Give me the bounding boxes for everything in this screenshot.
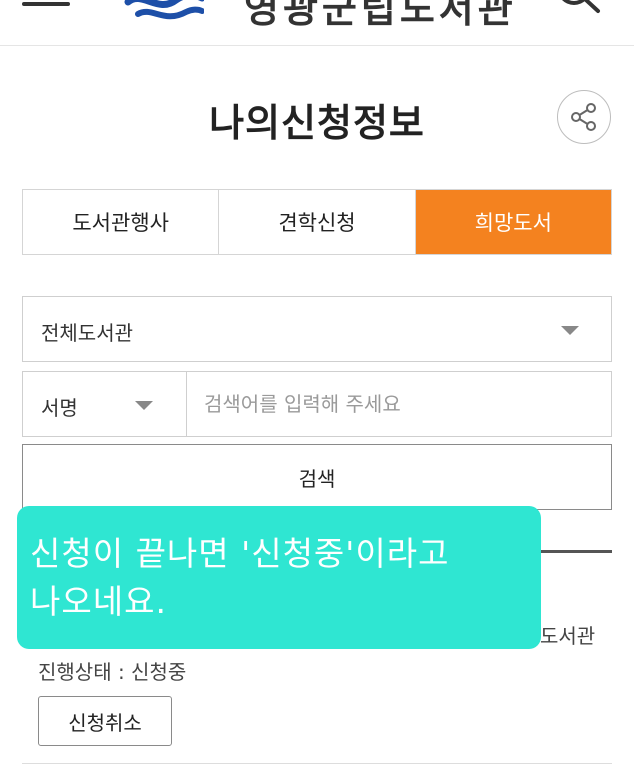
search-input[interactable] bbox=[188, 372, 611, 436]
chevron-down-icon bbox=[561, 326, 579, 335]
caption-overlay: 신청이 끝나면 '신청중'이라고 나오네요. bbox=[17, 506, 541, 649]
library-select[interactable]: 전체도서관 bbox=[22, 296, 612, 362]
share-icon bbox=[571, 103, 596, 131]
search-row: 서명 bbox=[22, 371, 612, 437]
tab-library-events[interactable]: 도서관행사 bbox=[23, 190, 220, 254]
share-button[interactable] bbox=[557, 90, 611, 144]
header: 영광군립도서관 bbox=[0, 0, 634, 46]
hamburger-icon[interactable] bbox=[22, 0, 70, 10]
cancel-request-button[interactable]: 신청취소 bbox=[38, 696, 172, 746]
library-select-value: 전체도서관 bbox=[41, 321, 133, 345]
tab-book-request[interactable]: 희망도서 bbox=[415, 190, 611, 254]
page: 영광군립도서관 나의신청정보 도서관행사 견학신청 희망도서 전체도서관 서명 … bbox=[0, 0, 634, 768]
page-title: 나의신청정보 bbox=[209, 101, 425, 145]
search-button[interactable]: 검색 bbox=[22, 444, 612, 510]
divider bbox=[22, 763, 612, 764]
search-field-value: 서명 bbox=[41, 396, 78, 420]
tab-tour-request[interactable]: 견학신청 bbox=[219, 190, 416, 254]
result-library-name: 도서관 bbox=[540, 624, 596, 648]
chevron-down-icon bbox=[135, 401, 153, 410]
tab-bar: 도서관행사 견학신청 희망도서 bbox=[22, 189, 612, 255]
status-text: 진행상태 : 신청중 bbox=[38, 660, 187, 684]
site-name: 영광군립도서관 bbox=[244, 0, 517, 31]
caption-text: 신청이 끝나면 '신청중'이라고 나오네요. bbox=[30, 534, 450, 621]
library-logo[interactable] bbox=[124, 0, 204, 22]
search-field-select[interactable]: 서명 bbox=[23, 372, 187, 436]
search-icon[interactable] bbox=[552, 0, 604, 18]
